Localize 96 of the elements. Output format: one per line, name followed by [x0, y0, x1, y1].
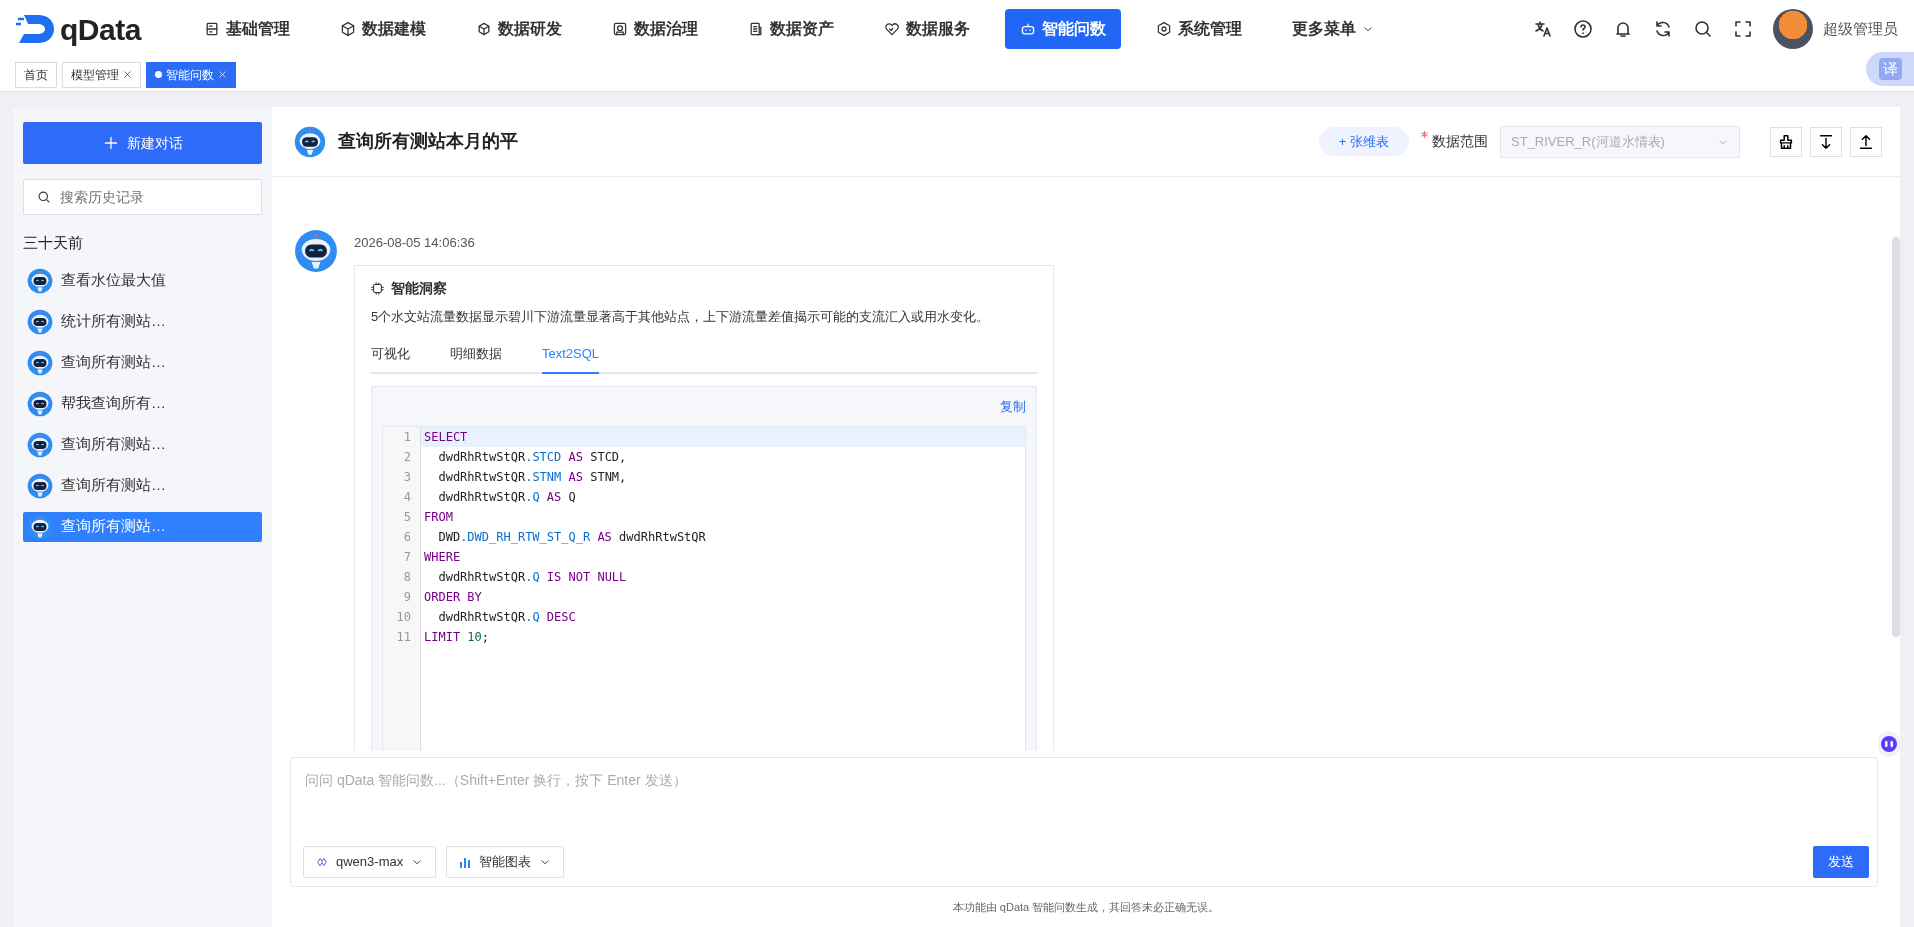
- fullscreen-icon[interactable]: [1733, 19, 1753, 39]
- status-dot: [155, 71, 162, 78]
- insight-text: 5个水文站流量数据显示碧川下游流量显著高于其他站点，上下游流量差值揭示可能的支流汇入或用水变化。: [371, 307, 991, 326]
- nav-item[interactable]: 数据资产: [732, 9, 849, 49]
- heart-icon: [883, 21, 900, 37]
- chip-icon: [371, 281, 384, 295]
- robot-icon: [1019, 21, 1036, 37]
- history-item[interactable]: 查询所有测站…: [23, 429, 262, 460]
- nav-item[interactable]: 智能问数: [1004, 9, 1121, 49]
- robot-avatar: [294, 229, 338, 273]
- line-number: 6: [402, 529, 412, 546]
- model-icon: [316, 855, 328, 868]
- robot-avatar: [27, 267, 53, 294]
- code-line: dwdRhRtwStQR.STNM AS STNM,: [437, 469, 628, 486]
- user-avatar[interactable]: [1773, 9, 1813, 49]
- scroll-down-button[interactable]: [1810, 126, 1842, 157]
- page-tab[interactable]: 首页: [15, 61, 57, 88]
- user-name[interactable]: 超级管理员: [1823, 17, 1898, 41]
- history-item[interactable]: 帮我查询所有…: [23, 388, 262, 419]
- disclaimer-text: 本功能由 qData 智能问数生成，其回答未必正确无误。: [951, 899, 1221, 915]
- group-label: 三十天前: [23, 233, 84, 253]
- refresh-icon[interactable]: [1653, 19, 1673, 39]
- chat-title: 查询所有测站本月的平: [338, 130, 518, 153]
- line-number: 9: [402, 589, 412, 606]
- copy-link[interactable]: 复制: [1000, 396, 1026, 416]
- frame-icon: [611, 21, 628, 37]
- robot-avatar: [27, 349, 53, 376]
- code-line: DWD.DWD_RH_RTW_ST_Q_R AS dwdRhRtwStQR: [437, 529, 707, 546]
- nav-item[interactable]: 数据研发: [460, 9, 577, 49]
- nav-item[interactable]: 数据治理: [596, 9, 713, 49]
- history-item[interactable]: 查询所有测站…: [23, 470, 262, 501]
- logo-text: qData: [60, 11, 141, 48]
- clear-button[interactable]: [1770, 126, 1802, 157]
- history-item[interactable]: 查询所有测站…: [23, 511, 262, 542]
- robot-avatar: [27, 472, 53, 499]
- result-tab[interactable]: 明细数据: [450, 340, 502, 374]
- line-number: 8: [402, 569, 412, 586]
- line-number: 10: [395, 609, 412, 626]
- search-icon[interactable]: [1693, 19, 1713, 39]
- robot-avatar: [27, 431, 53, 458]
- chart-mode-select[interactable]: 智能图表: [446, 845, 565, 878]
- search-field[interactable]: 搜索历史记录: [23, 179, 262, 215]
- arrow-up-icon: [1857, 132, 1875, 151]
- nav-item[interactable]: 数据建模: [324, 9, 441, 49]
- cube-icon: [339, 21, 356, 37]
- message-time: 2026-08-05 14:06:36: [354, 234, 476, 252]
- line-number: 3: [402, 469, 412, 486]
- arrow-down-icon: [1817, 132, 1835, 151]
- code-line: ORDER BY: [423, 589, 483, 606]
- line-number: 2: [402, 449, 412, 466]
- message-composer[interactable]: 问问 qData 智能问数...（Shift+Enter 换行，按下 Enter 发送） qwen3-max 智能图表 发送: [290, 756, 1878, 887]
- send-button[interactable]: 发送: [1813, 845, 1869, 878]
- scrollbar[interactable]: [1892, 237, 1900, 637]
- robot-avatar: [27, 513, 53, 540]
- page-tab[interactable]: 模型管理: [62, 61, 141, 88]
- code-line: dwdRhRtwStQR.Q AS Q: [437, 489, 577, 506]
- nav-item[interactable]: 基础管理: [188, 9, 305, 49]
- more-menu[interactable]: 更多菜单: [1276, 9, 1389, 49]
- bar-chart-icon: [459, 855, 472, 868]
- model-select[interactable]: qwen3-max: [303, 845, 437, 878]
- code-line: dwdRhRtwStQR.STCD AS STCD,: [437, 449, 628, 466]
- result-tab[interactable]: Text2SQL: [542, 340, 600, 374]
- robot-avatar: [27, 390, 53, 417]
- brush-icon: [1777, 132, 1795, 151]
- robot-avatar: [27, 308, 53, 335]
- hexagon-icon: [1155, 21, 1172, 37]
- line-number: 5: [402, 509, 412, 526]
- new-chat-button[interactable]: 新建对话: [23, 122, 262, 164]
- plus-icon: [102, 135, 119, 151]
- history-item[interactable]: 统计所有测站…: [23, 306, 262, 337]
- nav-item[interactable]: 系统管理: [1140, 9, 1257, 49]
- help-icon[interactable]: [1573, 19, 1593, 39]
- code-line: dwdRhRtwStQR.Q DESC: [437, 609, 577, 626]
- required-icon: [1421, 131, 1428, 138]
- scope-label: 数据范围: [1421, 131, 1488, 152]
- history-item[interactable]: 查看水位最大值: [23, 265, 262, 296]
- bell-icon[interactable]: [1613, 19, 1633, 39]
- code-line: FROM: [423, 509, 454, 526]
- line-number: 7: [402, 549, 412, 566]
- close-icon[interactable]: [123, 70, 132, 79]
- page-tab[interactable]: 智能问数: [146, 61, 236, 88]
- assistant-icon[interactable]: [1878, 731, 1900, 757]
- code-line: LIMIT 10;: [423, 629, 491, 646]
- line-number: 4: [402, 489, 412, 506]
- nav-item[interactable]: 数据服务: [868, 9, 985, 49]
- history-item[interactable]: 查询所有测站…: [23, 347, 262, 378]
- code-line: WHERE: [423, 549, 462, 566]
- line-number: 11: [395, 629, 412, 646]
- robot-avatar: [294, 125, 326, 158]
- translate-icon[interactable]: [1533, 19, 1553, 39]
- line-number: 1: [402, 429, 412, 446]
- insight-title: 智能洞察: [391, 278, 447, 298]
- result-tab[interactable]: 可视化: [371, 340, 410, 374]
- user-tag[interactable]: + 张维表: [1318, 126, 1409, 157]
- scroll-up-button[interactable]: [1850, 126, 1882, 157]
- code-line: dwdRhRtwStQR.Q IS NOT NULL: [437, 569, 628, 586]
